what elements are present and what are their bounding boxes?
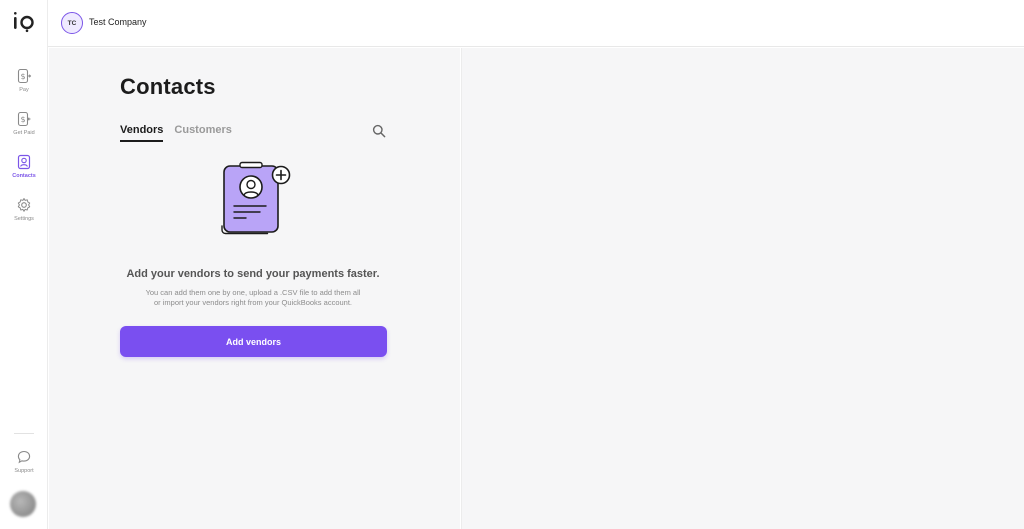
app-root: $ Pay $ Get Paid Contacts Settings Suppo… — [0, 0, 1024, 529]
sidebar-item-label: Settings — [14, 216, 34, 222]
empty-state-title: Add your vendors to send your payments f… — [126, 268, 380, 280]
search-icon[interactable] — [372, 124, 386, 138]
page-title: Contacts — [120, 74, 216, 99]
svg-text:$: $ — [20, 115, 25, 124]
empty-state-description: You can add them one by one, upload a .C… — [120, 288, 386, 308]
app-logo[interactable] — [11, 10, 37, 36]
sidebar-item-settings[interactable]: Settings — [0, 197, 48, 233]
sidebar-item-support[interactable]: Support — [0, 449, 48, 485]
detail-pane — [461, 48, 1024, 529]
sidebar-item-get-paid[interactable]: $ Get Paid — [0, 111, 48, 147]
sidebar-item-label: Pay — [19, 87, 29, 93]
svg-text:$: $ — [20, 72, 25, 81]
contacts-pane: Contacts Vendors Customers Add your vend… — [49, 48, 460, 529]
contact-card-illustration — [221, 161, 291, 235]
empty-state-description-line: or import your vendors right from your Q… — [154, 298, 352, 307]
sidebar-item-label: Support — [14, 468, 34, 474]
tab-vendors[interactable]: Vendors — [120, 124, 164, 144]
chat-bubble-icon — [17, 450, 31, 464]
dollar-document-icon: $ — [17, 111, 31, 127]
contacts-icon — [17, 154, 31, 170]
tab-customers[interactable]: Customers — [174, 124, 231, 144]
sidebar-divider — [14, 433, 34, 434]
sidebar-item-contacts[interactable]: Contacts — [0, 154, 48, 190]
sidebar-item-label: Get Paid — [13, 130, 35, 136]
add-vendors-button[interactable]: Add vendors — [120, 326, 387, 357]
user-avatar[interactable] — [10, 491, 36, 517]
contacts-tabs: Vendors Customers — [120, 124, 243, 144]
company-avatar[interactable]: TC — [61, 12, 83, 34]
dollar-document-icon: $ — [17, 68, 32, 84]
company-name[interactable]: Test Company — [89, 17, 147, 27]
sidebar: $ Pay $ Get Paid Contacts Settings Suppo… — [0, 0, 48, 529]
sidebar-item-pay[interactable]: $ Pay — [0, 68, 48, 104]
gear-icon — [17, 198, 31, 212]
sidebar-item-label: Contacts — [12, 173, 36, 179]
topbar: TC Test Company — [48, 0, 1024, 47]
empty-state-description-line: You can add them one by one, upload a .C… — [145, 288, 361, 297]
